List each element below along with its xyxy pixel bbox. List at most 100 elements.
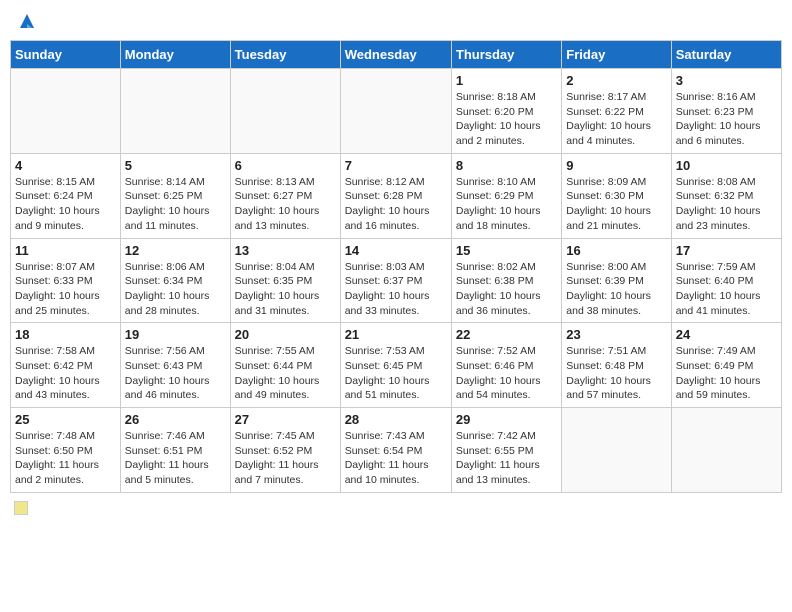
- calendar-cell: [340, 69, 451, 154]
- day-info: Sunrise: 8:09 AM Sunset: 6:30 PM Dayligh…: [566, 175, 666, 234]
- day-number: 8: [456, 158, 557, 173]
- day-number: 3: [676, 73, 777, 88]
- day-number: 7: [345, 158, 447, 173]
- day-info: Sunrise: 7:43 AM Sunset: 6:54 PM Dayligh…: [345, 429, 447, 488]
- calendar-week-row: 25 Sunrise: 7:48 AM Sunset: 6:50 PM Dayli…: [11, 408, 782, 493]
- day-number: 11: [15, 243, 116, 258]
- footer: [10, 501, 782, 515]
- day-info: Sunrise: 7:59 AM Sunset: 6:40 PM Dayligh…: [676, 260, 777, 319]
- calendar-cell: 14 Sunrise: 8:03 AM Sunset: 6:37 PM Dayli…: [340, 238, 451, 323]
- day-info: Sunrise: 8:02 AM Sunset: 6:38 PM Dayligh…: [456, 260, 557, 319]
- day-number: 20: [235, 327, 336, 342]
- page-header: [10, 10, 782, 32]
- day-number: 19: [125, 327, 226, 342]
- day-number: 9: [566, 158, 666, 173]
- day-info: Sunrise: 7:52 AM Sunset: 6:46 PM Dayligh…: [456, 344, 557, 403]
- day-number: 12: [125, 243, 226, 258]
- calendar-cell: 26 Sunrise: 7:46 AM Sunset: 6:51 PM Dayli…: [120, 408, 230, 493]
- day-number: 14: [345, 243, 447, 258]
- weekday-header-monday: Monday: [120, 41, 230, 69]
- weekday-header-wednesday: Wednesday: [340, 41, 451, 69]
- calendar-cell: 8 Sunrise: 8:10 AM Sunset: 6:29 PM Daylig…: [451, 153, 561, 238]
- calendar-cell: [11, 69, 121, 154]
- calendar-cell: 24Sunrise: 7:49 AM Sunset: 6:49 PM Dayli…: [671, 323, 781, 408]
- calendar-cell: 25 Sunrise: 7:48 AM Sunset: 6:50 PM Dayli…: [11, 408, 121, 493]
- day-number: 22: [456, 327, 557, 342]
- calendar-cell: 16 Sunrise: 8:00 AM Sunset: 6:39 PM Dayli…: [562, 238, 671, 323]
- calendar-cell: 17Sunrise: 7:59 AM Sunset: 6:40 PM Dayli…: [671, 238, 781, 323]
- calendar-cell: 2 Sunrise: 8:17 AM Sunset: 6:22 PM Daylig…: [562, 69, 671, 154]
- day-number: 23: [566, 327, 666, 342]
- calendar-cell: 3 Sunrise: 8:16 AM Sunset: 6:23 PM Daylig…: [671, 69, 781, 154]
- weekday-header-sunday: Sunday: [11, 41, 121, 69]
- calendar-cell: 21 Sunrise: 7:53 AM Sunset: 6:45 PM Dayli…: [340, 323, 451, 408]
- day-info: Sunrise: 7:56 AM Sunset: 6:43 PM Dayligh…: [125, 344, 226, 403]
- day-info: Sunrise: 8:08 AM Sunset: 6:32 PM Dayligh…: [676, 175, 777, 234]
- day-info: Sunrise: 7:51 AM Sunset: 6:48 PM Dayligh…: [566, 344, 666, 403]
- day-info: Sunrise: 8:04 AM Sunset: 6:35 PM Dayligh…: [235, 260, 336, 319]
- weekday-header-saturday: Saturday: [671, 41, 781, 69]
- weekday-header-friday: Friday: [562, 41, 671, 69]
- calendar-cell: 19 Sunrise: 7:56 AM Sunset: 6:43 PM Dayli…: [120, 323, 230, 408]
- calendar-cell: 10 Sunrise: 8:08 AM Sunset: 6:32 PM Dayli…: [671, 153, 781, 238]
- calendar-cell: 28 Sunrise: 7:43 AM Sunset: 6:54 PM Dayli…: [340, 408, 451, 493]
- calendar-week-row: 18 Sunrise: 7:58 AM Sunset: 6:42 PM Dayli…: [11, 323, 782, 408]
- calendar-week-row: 11Sunrise: 8:07 AM Sunset: 6:33 PM Dayli…: [11, 238, 782, 323]
- day-number: 25: [15, 412, 116, 427]
- weekday-header-thursday: Thursday: [451, 41, 561, 69]
- day-info: Sunrise: 8:03 AM Sunset: 6:37 PM Dayligh…: [345, 260, 447, 319]
- day-info: Sunrise: 8:14 AM Sunset: 6:25 PM Dayligh…: [125, 175, 226, 234]
- day-info: Sunrise: 8:15 AM Sunset: 6:24 PM Dayligh…: [15, 175, 116, 234]
- day-number: 24: [676, 327, 777, 342]
- day-number: 4: [15, 158, 116, 173]
- calendar-cell: 4 Sunrise: 8:15 AM Sunset: 6:24 PM Daylig…: [11, 153, 121, 238]
- calendar-cell: 27 Sunrise: 7:45 AM Sunset: 6:52 PM Dayli…: [230, 408, 340, 493]
- day-number: 27: [235, 412, 336, 427]
- day-number: 1: [456, 73, 557, 88]
- day-info: Sunrise: 8:10 AM Sunset: 6:29 PM Dayligh…: [456, 175, 557, 234]
- calendar-table: SundayMondayTuesdayWednesdayThursdayFrid…: [10, 40, 782, 493]
- day-number: 13: [235, 243, 336, 258]
- day-info: Sunrise: 7:53 AM Sunset: 6:45 PM Dayligh…: [345, 344, 447, 403]
- day-info: Sunrise: 7:48 AM Sunset: 6:50 PM Dayligh…: [15, 429, 116, 488]
- day-number: 16: [566, 243, 666, 258]
- legend-box: [14, 501, 28, 515]
- calendar-cell: 9 Sunrise: 8:09 AM Sunset: 6:30 PM Daylig…: [562, 153, 671, 238]
- day-number: 15: [456, 243, 557, 258]
- calendar-cell: 11Sunrise: 8:07 AM Sunset: 6:33 PM Dayli…: [11, 238, 121, 323]
- logo: [14, 10, 38, 32]
- calendar-cell: 13 Sunrise: 8:04 AM Sunset: 6:35 PM Dayli…: [230, 238, 340, 323]
- day-info: Sunrise: 8:18 AM Sunset: 6:20 PM Dayligh…: [456, 90, 557, 149]
- day-number: 28: [345, 412, 447, 427]
- day-number: 2: [566, 73, 666, 88]
- day-number: 5: [125, 158, 226, 173]
- day-number: 6: [235, 158, 336, 173]
- day-number: 18: [15, 327, 116, 342]
- day-number: 21: [345, 327, 447, 342]
- day-info: Sunrise: 7:55 AM Sunset: 6:44 PM Dayligh…: [235, 344, 336, 403]
- calendar-cell: 22 Sunrise: 7:52 AM Sunset: 6:46 PM Dayli…: [451, 323, 561, 408]
- day-info: Sunrise: 8:17 AM Sunset: 6:22 PM Dayligh…: [566, 90, 666, 149]
- day-info: Sunrise: 7:42 AM Sunset: 6:55 PM Dayligh…: [456, 429, 557, 488]
- calendar-cell: 29 Sunrise: 7:42 AM Sunset: 6:55 PM Dayli…: [451, 408, 561, 493]
- calendar-week-row: 1 Sunrise: 8:18 AM Sunset: 6:20 PM Daylig…: [11, 69, 782, 154]
- day-number: 10: [676, 158, 777, 173]
- day-info: Sunrise: 8:13 AM Sunset: 6:27 PM Dayligh…: [235, 175, 336, 234]
- calendar-cell: [671, 408, 781, 493]
- day-info: Sunrise: 7:46 AM Sunset: 6:51 PM Dayligh…: [125, 429, 226, 488]
- calendar-cell: 18 Sunrise: 7:58 AM Sunset: 6:42 PM Dayli…: [11, 323, 121, 408]
- calendar-cell: 23 Sunrise: 7:51 AM Sunset: 6:48 PM Dayli…: [562, 323, 671, 408]
- day-info: Sunrise: 8:16 AM Sunset: 6:23 PM Dayligh…: [676, 90, 777, 149]
- day-info: Sunrise: 7:45 AM Sunset: 6:52 PM Dayligh…: [235, 429, 336, 488]
- weekday-header-row: SundayMondayTuesdayWednesdayThursdayFrid…: [11, 41, 782, 69]
- calendar-cell: [120, 69, 230, 154]
- day-info: Sunrise: 8:12 AM Sunset: 6:28 PM Dayligh…: [345, 175, 447, 234]
- day-info: Sunrise: 8:00 AM Sunset: 6:39 PM Dayligh…: [566, 260, 666, 319]
- calendar-cell: 5 Sunrise: 8:14 AM Sunset: 6:25 PM Daylig…: [120, 153, 230, 238]
- calendar-cell: 15 Sunrise: 8:02 AM Sunset: 6:38 PM Dayli…: [451, 238, 561, 323]
- weekday-header-tuesday: Tuesday: [230, 41, 340, 69]
- day-number: 26: [125, 412, 226, 427]
- day-number: 29: [456, 412, 557, 427]
- day-info: Sunrise: 7:58 AM Sunset: 6:42 PM Dayligh…: [15, 344, 116, 403]
- calendar-cell: 12Sunrise: 8:06 AM Sunset: 6:34 PM Dayli…: [120, 238, 230, 323]
